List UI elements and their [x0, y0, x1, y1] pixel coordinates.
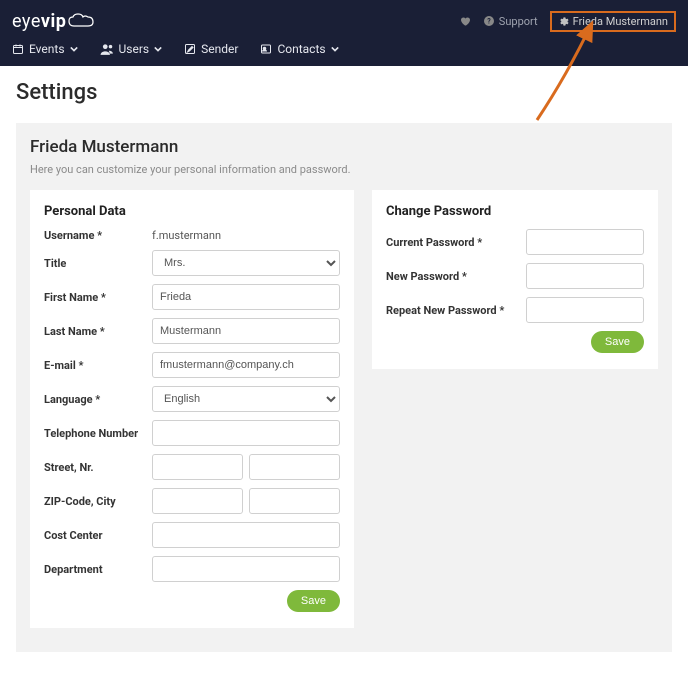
street-nr-input[interactable]: [249, 454, 340, 480]
new-password-label: New Password *: [386, 270, 526, 283]
title-label: Title: [44, 257, 152, 270]
language-label: Language *: [44, 393, 152, 406]
department-label: Department: [44, 563, 152, 576]
telephone-label: Telephone Number: [44, 427, 152, 440]
costcenter-label: Cost Center: [44, 529, 152, 542]
current-password-input[interactable]: [526, 229, 644, 255]
personal-heading: Personal Data: [44, 204, 340, 219]
title-select[interactable]: Mrs.: [152, 250, 340, 276]
department-input[interactable]: [152, 556, 340, 582]
language-select[interactable]: English: [152, 386, 340, 412]
nav-label: Contacts: [277, 42, 325, 56]
costcenter-input[interactable]: [152, 522, 340, 548]
nav: Events Users Sender Contacts: [12, 36, 676, 66]
new-password-input[interactable]: [526, 263, 644, 289]
zip-label: ZIP-Code, City: [44, 495, 152, 508]
profile-name: Frieda Mustermann: [30, 137, 658, 157]
calendar-icon: [12, 43, 24, 55]
current-password-label: Current Password *: [386, 236, 526, 249]
favorites-link[interactable]: [459, 15, 471, 27]
firstname-label: First Name *: [44, 291, 152, 304]
personal-data-panel: Personal Data Username * f.mustermann Ti…: [30, 190, 354, 628]
logo-text: eyevip: [12, 11, 66, 32]
password-heading: Change Password: [386, 204, 644, 219]
nav-label: Users: [119, 42, 150, 56]
logo[interactable]: eyevip: [12, 11, 94, 32]
save-password-button[interactable]: Save: [591, 331, 644, 353]
user-name: Frieda Mustermann: [573, 15, 668, 28]
email-label: E-mail *: [44, 359, 152, 372]
lastname-input[interactable]: [152, 318, 340, 344]
page-hint: Here you can customize your personal inf…: [30, 163, 658, 176]
save-personal-button[interactable]: Save: [287, 590, 340, 612]
heart-icon: [459, 15, 471, 27]
page-title: Settings: [16, 80, 672, 105]
topbar: eyevip ? Support Frieda Mustermann Event…: [0, 0, 688, 66]
zip-input[interactable]: [152, 488, 243, 514]
nav-events[interactable]: Events: [12, 42, 78, 56]
support-label: Support: [499, 15, 538, 28]
firstname-input[interactable]: [152, 284, 340, 310]
chevron-down-icon: [70, 45, 78, 53]
settings-container: Frieda Mustermann Here you can customize…: [16, 123, 672, 652]
nav-users[interactable]: Users: [100, 42, 163, 56]
question-icon: ?: [483, 15, 495, 27]
svg-text:?: ?: [487, 18, 491, 26]
nav-sender[interactable]: Sender: [184, 42, 238, 56]
cloud-icon: [68, 13, 94, 29]
chevron-down-icon: [154, 45, 162, 53]
street-label: Street, Nr.: [44, 461, 152, 474]
street-input[interactable]: [152, 454, 243, 480]
username-label: Username *: [44, 229, 152, 242]
repeat-password-label: Repeat New Password *: [386, 304, 526, 317]
users-icon: [100, 43, 114, 55]
nav-label: Events: [29, 42, 65, 56]
user-menu[interactable]: Frieda Mustermann: [550, 11, 676, 32]
gear-icon: [558, 16, 569, 27]
nav-label: Sender: [201, 42, 238, 56]
city-input[interactable]: [249, 488, 340, 514]
telephone-input[interactable]: [152, 420, 340, 446]
change-password-panel: Change Password Current Password * New P…: [372, 190, 658, 369]
repeat-password-input[interactable]: [526, 297, 644, 323]
username-value: f.mustermann: [152, 229, 340, 242]
support-link[interactable]: ? Support: [483, 15, 538, 28]
nav-contacts[interactable]: Contacts: [260, 42, 338, 56]
email-input[interactable]: [152, 352, 340, 378]
edit-icon: [184, 43, 196, 55]
contact-icon: [260, 43, 272, 55]
chevron-down-icon: [331, 45, 339, 53]
lastname-label: Last Name *: [44, 325, 152, 338]
